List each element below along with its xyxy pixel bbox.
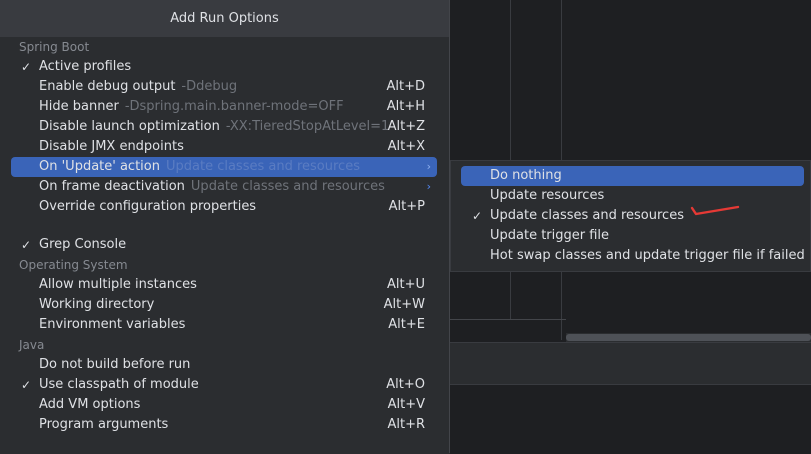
option-hint: Update classes and resources [190,179,385,194]
group-separator [0,217,449,226]
option-do-not-build-before-run[interactable]: Do not build before run [11,355,437,375]
option-shortcut: Alt+X [387,139,425,154]
submenu-item-update-trigger-file[interactable]: Update trigger file [461,226,804,246]
option-disable-launch-optimization[interactable]: Disable launch optimization -XX:TieredSto… [11,117,437,137]
group-label: Spring Boot [19,40,90,54]
submenu-item-do-nothing[interactable]: Do nothing [461,166,804,186]
chevron-right-icon: › [426,180,431,193]
option-add-vm-options[interactable]: Add VM options Alt+V [11,395,437,415]
option-on-update-action[interactable]: On 'Update' action Update classes and res… [11,157,437,177]
run-options-list: Spring Boot ✓ Active profiles Enable debug … [0,37,449,435]
option-label: On 'Update' action [39,159,160,174]
option-label: Use classpath of module [39,377,199,392]
option-hint: -Dspring.main.banner-mode=OFF [124,99,344,114]
option-override-configuration-properties[interactable]: Override configuration properties Alt+P [11,197,437,217]
tool-panel [450,342,811,385]
option-on-frame-deactivation[interactable]: On frame deactivation Update classes and … [11,177,437,197]
option-label: Allow multiple instances [39,277,197,292]
option-hint: Update classes and resources [165,159,360,174]
submenu-item-label: Hot swap classes and update trigger file… [490,248,805,263]
option-shortcut: Alt+V [387,397,425,412]
check-icon: ✓ [21,238,32,252]
option-active-profiles[interactable]: ✓ Active profiles [11,57,437,77]
submenu-item-hot-swap-classes-and-update-trigger-file-if-failed[interactable]: Hot swap classes and update trigger file… [461,246,805,266]
option-working-directory[interactable]: Working directory Alt+W [11,295,437,315]
option-label: Grep Console [39,237,127,252]
submenu-item-update-classes-and-resources[interactable]: ✓ Update classes and resources [461,206,804,226]
check-icon: ✓ [21,60,32,74]
option-label: Add VM options [39,397,141,412]
group-label: Operating System [19,258,128,272]
option-label: Disable launch optimization [39,119,220,134]
option-label: Working directory [39,297,155,312]
option-grep-console[interactable]: ✓ Grep Console [11,235,437,255]
option-use-classpath-of-module[interactable]: ✓ Use classpath of module Alt+O [11,375,437,395]
option-hint: -Ddebug [181,79,238,94]
submenu-item-label: Update trigger file [490,228,610,243]
option-label: Disable JMX endpoints [39,139,184,154]
submenu-item-label: Update classes and resources [490,208,684,223]
red-check-annotation [690,205,740,216]
chevron-right-icon: › [426,160,431,173]
option-shortcut: Alt+U [386,277,425,292]
option-label: Environment variables [39,317,186,332]
option-shortcut: Alt+H [386,99,425,114]
option-label: Program arguments [39,417,169,432]
popup-title: Add Run Options [0,0,449,37]
option-program-arguments[interactable]: Program arguments Alt+R [11,415,437,435]
submenu-item-update-resources[interactable]: Update resources [461,186,804,206]
option-disable-jmx-endpoints[interactable]: Disable JMX endpoints Alt+X [11,137,437,157]
group-label: Java [19,338,45,352]
option-hide-banner[interactable]: Hide banner -Dspring.main.banner-mode=OFF… [11,97,437,117]
option-shortcut: Alt+E [388,317,425,332]
horizontal-scrollbar-thumb[interactable] [566,334,811,341]
option-label: On frame deactivation [39,179,185,194]
bottom-panel [450,384,811,454]
option-shortcut: Alt+O [386,377,425,392]
option-label: Override configuration properties [39,199,257,214]
editor-divider [450,319,566,320]
submenu-item-label: Update resources [490,188,605,203]
group-separator [0,226,449,235]
update-action-submenu: Do nothing Update resources ✓ Update classe… [450,160,811,272]
option-enable-debug-output[interactable]: Enable debug output -Ddebug Alt+D [11,77,437,97]
option-shortcut: Alt+P [388,199,425,214]
submenu-item-label: Do nothing [490,168,562,183]
option-hint: -XX:TieredStopAtLevel=1 [225,119,390,134]
check-icon: ✓ [472,209,483,223]
check-icon: ✓ [21,378,32,392]
option-environment-variables[interactable]: Environment variables Alt+E [11,315,437,335]
option-label: Do not build before run [39,357,191,372]
add-run-options-popup: Add Run Options Spring Boot ✓ Active profi… [0,0,450,453]
option-label: Hide banner [39,99,119,114]
option-label: Enable debug output [39,79,176,94]
option-shortcut: Alt+Z [387,119,425,134]
option-allow-multiple-instances[interactable]: Allow multiple instances Alt+U [11,275,437,295]
option-shortcut: Alt+R [387,417,425,432]
option-label: Active profiles [39,59,132,74]
option-shortcut: Alt+D [386,79,425,94]
option-shortcut: Alt+W [383,297,425,312]
